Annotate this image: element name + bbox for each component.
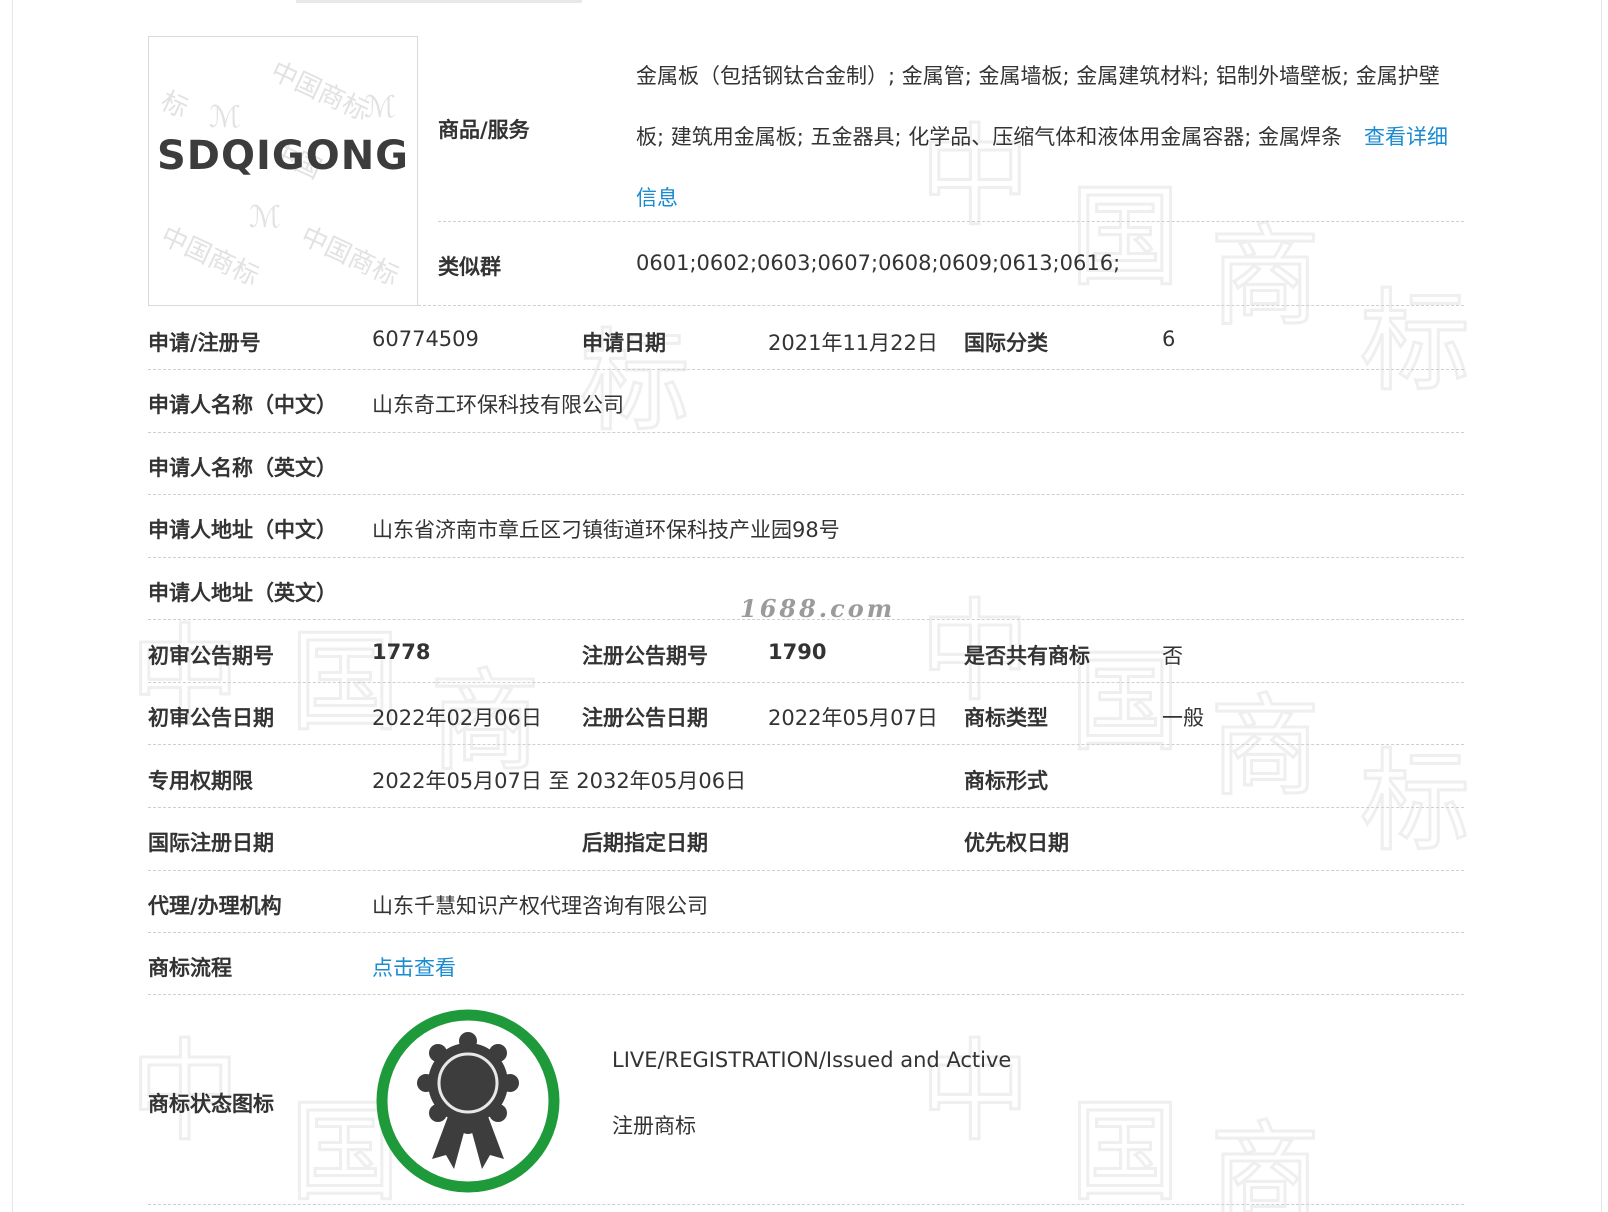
divider	[148, 744, 1464, 745]
divider	[148, 619, 1464, 620]
reg-pub-no-value: 1790	[768, 640, 827, 664]
svg-text:ℳ: ℳ	[249, 200, 281, 235]
reg-pub-date-value: 2022年05月07日	[768, 706, 938, 730]
intl-class-label: 国际分类	[964, 331, 1048, 355]
prelim-date-value: 2022年02月06日	[372, 706, 542, 730]
later-date-label: 后期指定日期	[582, 831, 708, 855]
applicant-en-label: 申请人名称（英文）	[148, 456, 337, 480]
app-date-value: 2021年11月22日	[768, 331, 938, 355]
prelim-no-value: 1778	[372, 640, 431, 664]
divider	[148, 1204, 1464, 1205]
prelim-date-label: 初审公告日期	[148, 706, 274, 730]
reg-pub-no-label: 注册公告期号	[582, 644, 708, 668]
divider	[148, 494, 1464, 495]
trademark-image: 中国商标 标 ℳ ℳ 中国商标 中国商标 ℳ 中国 SDQIGONG	[148, 36, 418, 306]
applicant-cn-value: 山东奇工环保科技有限公司	[372, 393, 624, 417]
tm-form-label: 商标形式	[964, 769, 1048, 793]
address-cn-label: 申请人地址（中文）	[148, 518, 337, 542]
svg-text:标: 标	[156, 86, 192, 124]
exclusive-value: 2022年05月07日 至 2032年05月06日	[372, 769, 747, 793]
divider	[148, 682, 1464, 683]
divider	[418, 305, 1464, 306]
intl-class-value: 6	[1162, 327, 1176, 351]
reg-pub-date-label: 注册公告日期	[582, 706, 708, 730]
goods-text: 金属板（包括钢钛合金制）; 金属管; 金属墙板; 金属建筑材料; 铝制外墙壁板;…	[636, 46, 1466, 229]
priority-date-label: 优先权日期	[964, 831, 1069, 855]
divider	[148, 932, 1464, 933]
svg-text:中国商标: 中国商标	[296, 221, 403, 292]
divider	[438, 221, 1464, 222]
divider	[148, 432, 1464, 433]
reg-no-value: 60774509	[372, 327, 479, 351]
address-cn-value: 山东省济南市章丘区刁镇街道环保科技产业园98号	[372, 518, 840, 542]
goods-list: 金属板（包括钢钛合金制）; 金属管; 金属墙板; 金属建筑材料; 铝制外墙壁板;…	[636, 64, 1440, 149]
shared-label: 是否共有商标	[964, 644, 1090, 668]
top-tab-indicator	[296, 0, 582, 3]
applicant-cn-label: 申请人名称（中文）	[148, 393, 337, 417]
divider	[148, 369, 1464, 370]
svg-text:ℳ: ℳ	[209, 100, 241, 135]
similar-group-value: 0601;0602;0603;0607;0608;0609;0613;0616;	[636, 251, 1121, 275]
divider	[148, 807, 1464, 808]
prelim-no-label: 初审公告期号	[148, 644, 274, 668]
svg-text:中国商标: 中国商标	[156, 221, 263, 292]
reg-no-label: 申请/注册号	[148, 331, 261, 355]
registered-badge-icon	[376, 1009, 560, 1193]
divider	[148, 870, 1464, 871]
exclusive-label: 专用权期限	[148, 769, 253, 793]
svg-text:ℳ: ℳ	[364, 90, 396, 125]
similar-group-label: 类似群	[438, 255, 501, 279]
app-date-label: 申请日期	[582, 331, 666, 355]
tm-type-label: 商标类型	[964, 706, 1048, 730]
shared-value: 否	[1162, 644, 1183, 668]
process-label: 商标流程	[148, 956, 232, 980]
agent-label: 代理/办理机构	[148, 894, 282, 918]
intl-reg-date-label: 国际注册日期	[148, 831, 274, 855]
address-en-label: 申请人地址（英文）	[148, 581, 337, 605]
status-icon-label: 商标状态图标	[148, 1092, 274, 1116]
process-link[interactable]: 点击查看	[372, 952, 456, 982]
agent-value: 山东千慧知识产权代理咨询有限公司	[372, 894, 708, 918]
goods-label: 商品/服务	[438, 118, 530, 142]
status-cn: 注册商标	[612, 1114, 696, 1138]
svg-text:中国商标: 中国商标	[266, 56, 373, 127]
trademark-logo-text: SDQIGONG	[156, 133, 410, 179]
tm-type-value: 一般	[1162, 706, 1204, 730]
divider	[148, 557, 1464, 558]
divider	[148, 994, 1464, 995]
status-en: LIVE/REGISTRATION/Issued and Active	[612, 1048, 1012, 1072]
